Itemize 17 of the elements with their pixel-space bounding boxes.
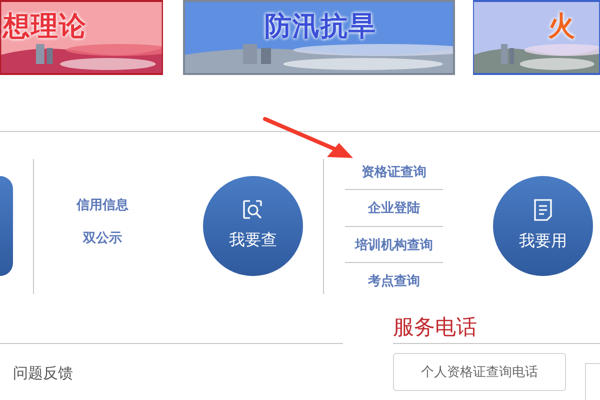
query-button[interactable]: 我要查 [203,176,303,276]
nav-link[interactable]: 信用信息 [76,194,128,214]
search-icon [242,199,264,221]
section-title: 服务电话 [393,315,477,341]
feedback-link[interactable]: 问题反馈 [13,365,73,382]
arrow-icon [263,117,355,161]
banner-title: 想理论 [3,10,87,43]
nav-link[interactable]: 培训机构查询 [345,226,443,263]
use-button[interactable]: 我要用 [493,176,593,276]
nav-link[interactable]: 考点查询 [345,263,443,298]
nav-link[interactable]: 双公示 [83,228,122,248]
banner-title: 火 [548,10,576,43]
banner-title: 防汛抗旱 [264,10,376,43]
document-icon [533,198,553,222]
phone-button[interactable]: 个人资格证查询电话 [393,353,566,391]
nav-link[interactable]: 企业登陆 [345,190,443,226]
round-button[interactable] [0,176,13,276]
